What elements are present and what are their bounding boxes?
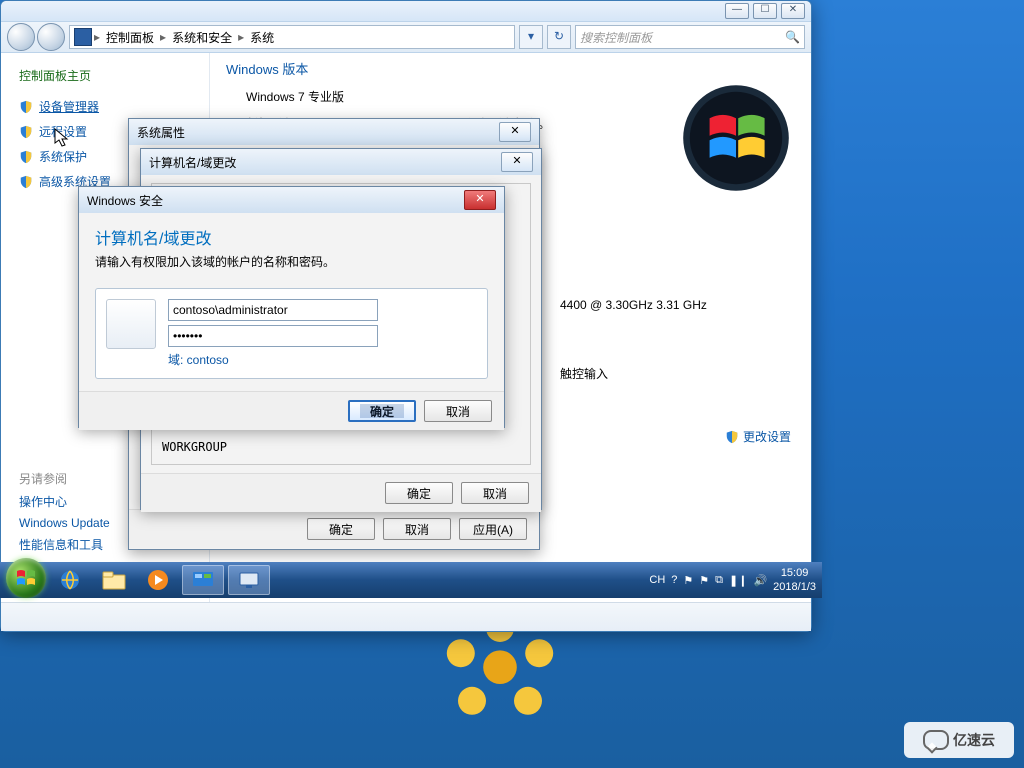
workgroup-value: WORKGROUP xyxy=(162,440,520,454)
tray-network-icon[interactable]: ❚❙ xyxy=(729,574,747,587)
tray-language[interactable]: CH xyxy=(649,574,665,586)
cancel-button[interactable]: 取消 xyxy=(461,482,529,504)
address-bar: ▸ 控制面板 ▸ 系统和安全 ▸ 系统 ▾ ↻ 搜索控制面板 🔍 xyxy=(1,22,811,53)
dialog-titlebar[interactable]: 系统属性 ✕ xyxy=(129,119,539,145)
close-icon[interactable]: ✕ xyxy=(501,152,533,172)
refresh-button[interactable]: ↻ xyxy=(547,25,571,49)
maximize-button[interactable]: ☐ xyxy=(753,3,777,19)
password-input[interactable] xyxy=(168,325,378,347)
taskbar-ie-icon[interactable] xyxy=(50,566,90,594)
dialog-heading: 计算机名/域更改 xyxy=(95,225,488,249)
window-statusbar xyxy=(1,602,811,631)
windows-logo-icon xyxy=(681,83,791,193)
shield-icon xyxy=(19,150,33,164)
tray-clock[interactable]: 15:09 2018/1/3 xyxy=(773,566,816,594)
chevron-right-icon: ▸ xyxy=(238,30,244,44)
cloud-icon xyxy=(923,730,949,750)
tray-security-icon[interactable]: ⚑ xyxy=(683,574,693,587)
close-icon[interactable]: ✕ xyxy=(499,122,531,142)
crumb-system-security[interactable]: 系统和安全 xyxy=(168,29,236,46)
tray-tools-icon[interactable]: ⧉ xyxy=(715,574,723,587)
shield-icon xyxy=(19,125,33,139)
shield-icon xyxy=(19,175,33,189)
address-dropdown[interactable]: ▾ xyxy=(519,25,543,49)
search-icon: 🔍 xyxy=(785,30,800,44)
dialog-instruction: 请输入有权限加入该域的帐户的名称和密码。 xyxy=(95,253,488,270)
apply-button[interactable]: 应用(A) xyxy=(459,518,527,540)
cancel-button[interactable]: 取消 xyxy=(424,400,492,422)
credential-box: 域: contoso xyxy=(95,288,488,379)
breadcrumb[interactable]: ▸ 控制面板 ▸ 系统和安全 ▸ 系统 xyxy=(69,25,515,49)
dialog-titlebar[interactable]: 计算机名/域更改 ✕ xyxy=(141,149,541,175)
tray-volume-icon[interactable]: 🔊 xyxy=(753,574,767,587)
ok-button[interactable]: 确定 xyxy=(348,400,416,422)
crumb-system[interactable]: 系统 xyxy=(246,29,278,46)
start-button[interactable] xyxy=(6,558,46,598)
user-avatar-icon xyxy=(106,299,156,349)
shield-icon xyxy=(725,430,739,444)
domain-label: 域: contoso xyxy=(168,351,477,368)
minimize-button[interactable]: — xyxy=(725,3,749,19)
taskbar[interactable]: CH ? ⚑ ⚑ ⧉ ❚❙ 🔊 15:09 2018/1/3 xyxy=(0,562,822,598)
window-titlebar[interactable]: — ☐ ✕ xyxy=(1,1,811,22)
system-tray[interactable]: CH ? ⚑ ⚑ ⧉ ❚❙ 🔊 15:09 2018/1/3 xyxy=(649,566,816,594)
username-input[interactable] xyxy=(168,299,378,321)
cancel-button[interactable]: 取消 xyxy=(383,518,451,540)
sidebar-home-link[interactable]: 控制面板主页 xyxy=(19,67,209,84)
search-placeholder: 搜索控制面板 xyxy=(580,29,652,46)
windows-edition-heading: Windows 版本 xyxy=(226,59,795,78)
nav-back-button[interactable] xyxy=(7,23,35,51)
taskbar-media-player-icon[interactable] xyxy=(138,566,178,594)
ok-button[interactable]: 确定 xyxy=(385,482,453,504)
change-settings-link[interactable]: 更改设置 xyxy=(725,428,791,445)
taskbar-explorer-icon[interactable] xyxy=(94,566,134,594)
touch-input-label: 触控输入 xyxy=(560,365,608,382)
chevron-right-icon: ▸ xyxy=(160,30,166,44)
search-input[interactable]: 搜索控制面板 🔍 xyxy=(575,25,805,49)
ok-button[interactable]: 确定 xyxy=(307,518,375,540)
tray-action-center-icon[interactable]: ⚑ xyxy=(699,574,709,587)
shield-icon xyxy=(19,100,33,114)
nav-forward-button[interactable] xyxy=(37,23,65,51)
cpu-info: 4400 @ 3.30GHz 3.31 GHz xyxy=(560,298,707,312)
watermark: 亿速云 xyxy=(904,722,1014,758)
crumb-control-panel[interactable]: 控制面板 xyxy=(102,29,158,46)
windows-security-dialog: Windows 安全 ✕ 计算机名/域更改 请输入有权限加入该域的帐户的名称和密… xyxy=(78,186,505,428)
dialog-titlebar[interactable]: Windows 安全 ✕ xyxy=(79,187,504,213)
taskbar-control-panel-icon[interactable] xyxy=(182,565,224,595)
sidebar-device-manager[interactable]: 设备管理器 xyxy=(19,98,209,115)
computer-icon xyxy=(74,28,92,46)
tray-help-icon[interactable]: ? xyxy=(671,574,677,586)
taskbar-system-icon[interactable] xyxy=(228,565,270,595)
close-button[interactable]: ✕ xyxy=(781,3,805,19)
chevron-right-icon: ▸ xyxy=(94,30,100,44)
close-icon[interactable]: ✕ xyxy=(464,190,496,210)
